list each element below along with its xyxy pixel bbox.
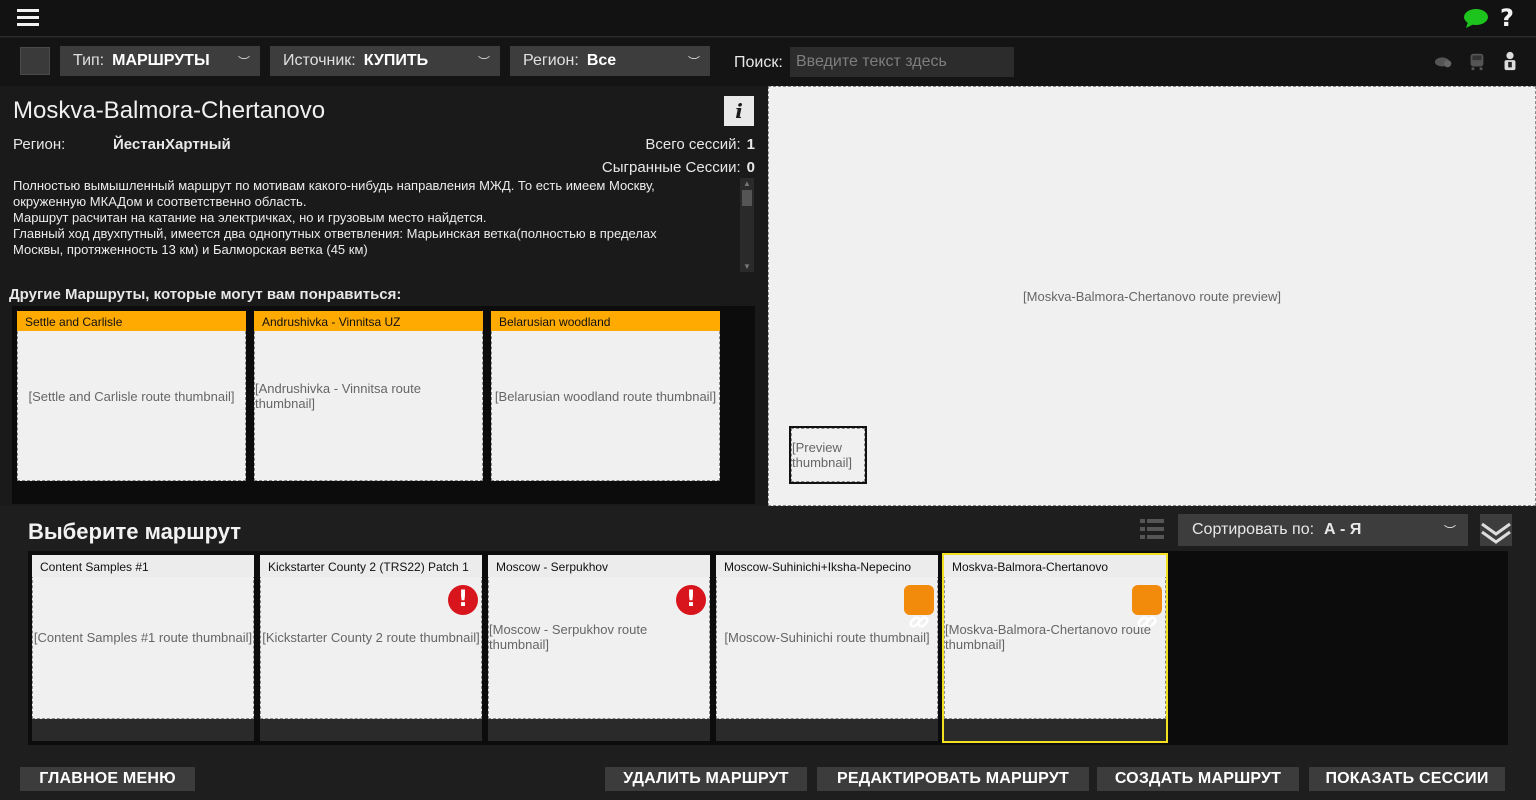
content-toggle-button[interactable]: [20, 47, 50, 75]
total-sessions-label: Всего сессий:: [645, 136, 741, 153]
related-route-card[interactable]: Belarusian woodland [Belarusian woodland…: [491, 311, 720, 501]
related-route-name: Settle and Carlisle: [17, 311, 246, 331]
select-route-title: Выберите маршрут: [28, 519, 242, 544]
related-route-name: Andrushivka - Vinnitsa UZ: [254, 311, 483, 331]
link-icon: [904, 585, 934, 628]
description-line: Маршрут расчитан на катание на электричк…: [13, 210, 487, 225]
help-icon[interactable]: ?: [1500, 4, 1514, 32]
list-view-icon[interactable]: [1140, 518, 1164, 540]
region-value: ЙестанХартный: [113, 136, 231, 153]
preview-thumbnail[interactable]: [Preview thumbnail]: [789, 426, 867, 484]
chat-bubble-icon[interactable]: [1463, 8, 1489, 28]
played-sessions: Сыгранные Сессии: 0: [602, 159, 755, 176]
route-card-name: Kickstarter County 2 (TRS22) Patch 1: [260, 555, 482, 577]
route-card[interactable]: Moscow-Suhinichi+Iksha-Nepecino [Moscow-…: [716, 555, 938, 741]
route-card-name: Moscow-Suhinichi+Iksha-Nepecino: [716, 555, 938, 577]
scroll-up-icon[interactable]: ▲: [743, 179, 751, 188]
route-card[interactable]: Content Samples #1 [Content Samples #1 r…: [32, 555, 254, 741]
locomotive-icon[interactable]: [1467, 50, 1487, 72]
show-sessions-button[interactable]: ПОКАЗАТЬ СЕССИИ: [1309, 767, 1505, 791]
search-label: Поиск:: [734, 54, 783, 71]
delete-route-button[interactable]: УДАЛИТЬ МАРШРУТ: [605, 767, 807, 791]
route-card[interactable]: Kickstarter County 2 (TRS22) Patch 1 [Ki…: [260, 555, 482, 741]
chevron-down-icon: ︶: [477, 55, 490, 69]
related-route-card[interactable]: Andrushivka - Vinnitsa UZ [Andrushivka -…: [254, 311, 483, 501]
route-card-name: Moskva-Balmora-Chertanovo: [944, 555, 1166, 577]
route-card-name: Content Samples #1: [32, 555, 254, 577]
sort-label: Сортировать по:: [1192, 521, 1315, 538]
route-description: Полностью вымышленный маршрут по мотивам…: [13, 178, 733, 272]
total-sessions: Всего сессий: 1: [645, 136, 755, 153]
link-icon: [1132, 585, 1162, 628]
description-line: Главный ход двухпутный, имеется два одно…: [13, 226, 657, 241]
route-title: Moskva-Balmora-Chertanovo: [13, 97, 326, 124]
played-sessions-value: 0: [746, 159, 755, 176]
region-dropdown[interactable]: Регион: Все ︶: [510, 46, 710, 76]
description-line: окруженную МКАДом и соответственно облас…: [13, 194, 307, 209]
route-card-selected[interactable]: Moskva-Balmora-Chertanovo [Moskva-Balmor…: [942, 553, 1168, 743]
scroll-down-icon[interactable]: ▼: [743, 262, 751, 271]
region-dropdown-label: Регион:: [523, 52, 579, 69]
warning-icon: !: [448, 585, 478, 615]
type-dropdown-label: Тип:: [73, 52, 105, 69]
route-card-name: Moscow - Serpukhov: [488, 555, 710, 577]
source-dropdown-label: Источник:: [283, 52, 356, 69]
warning-icon: !: [676, 585, 706, 615]
description-line: Москвы, протяженность 13 км) и Балморска…: [13, 242, 368, 257]
source-dropdown[interactable]: Источник: КУПИТЬ ︶: [270, 46, 500, 76]
collapse-list-button[interactable]: [1480, 514, 1512, 546]
played-sessions-label: Сыгранные Сессии:: [601, 159, 741, 176]
info-button[interactable]: i: [724, 96, 754, 126]
cloud-download-icon[interactable]: [1434, 50, 1454, 72]
region-label: Регион:: [13, 136, 66, 153]
hamburger-menu-icon[interactable]: [17, 9, 39, 27]
description-scrollbar[interactable]: ▲ ▼: [740, 178, 754, 272]
description-line: Полностью вымышленный маршрут по мотивам…: [13, 178, 655, 193]
other-routes-title: Другие Маршруты, которые могут вам понра…: [9, 286, 402, 303]
type-dropdown[interactable]: Тип: МАРШРУТЫ ︶: [60, 46, 260, 76]
region-dropdown-value: Все: [586, 52, 617, 69]
double-chevron-down-icon: [1481, 522, 1511, 544]
search-input[interactable]: [790, 47, 1014, 77]
main-menu-button[interactable]: ГЛАВНОЕ МЕНЮ: [20, 767, 195, 791]
chevron-down-icon: ︶: [687, 55, 700, 69]
scrollbar-thumb[interactable]: [742, 190, 752, 206]
create-route-button[interactable]: СОЗДАТЬ МАРШРУТ: [1097, 767, 1299, 791]
edit-route-button[interactable]: РЕДАКТИРОВАТЬ МАРШРУТ: [817, 767, 1089, 791]
driver-icon[interactable]: [1500, 50, 1520, 72]
chevron-down-icon: ︶: [1443, 524, 1456, 538]
top-bar: [0, 0, 1536, 37]
chevron-down-icon: ︶: [237, 55, 250, 69]
sort-dropdown[interactable]: Сортировать по: А - Я ︶: [1178, 514, 1468, 546]
route-preview-image: [Moskva-Balmora-Chertanovo route preview…: [768, 86, 1536, 506]
sort-value: А - Я: [1324, 521, 1362, 538]
total-sessions-value: 1: [746, 136, 755, 153]
related-route-name: Belarusian woodland: [491, 311, 720, 331]
type-dropdown-value: МАРШРУТЫ: [112, 52, 210, 69]
source-dropdown-value: КУПИТЬ: [363, 52, 429, 69]
related-route-card[interactable]: Settle and Carlisle [Settle and Carlisle…: [17, 311, 246, 501]
route-card[interactable]: Moscow - Serpukhov [Moscow - Serpukhov r…: [488, 555, 710, 741]
